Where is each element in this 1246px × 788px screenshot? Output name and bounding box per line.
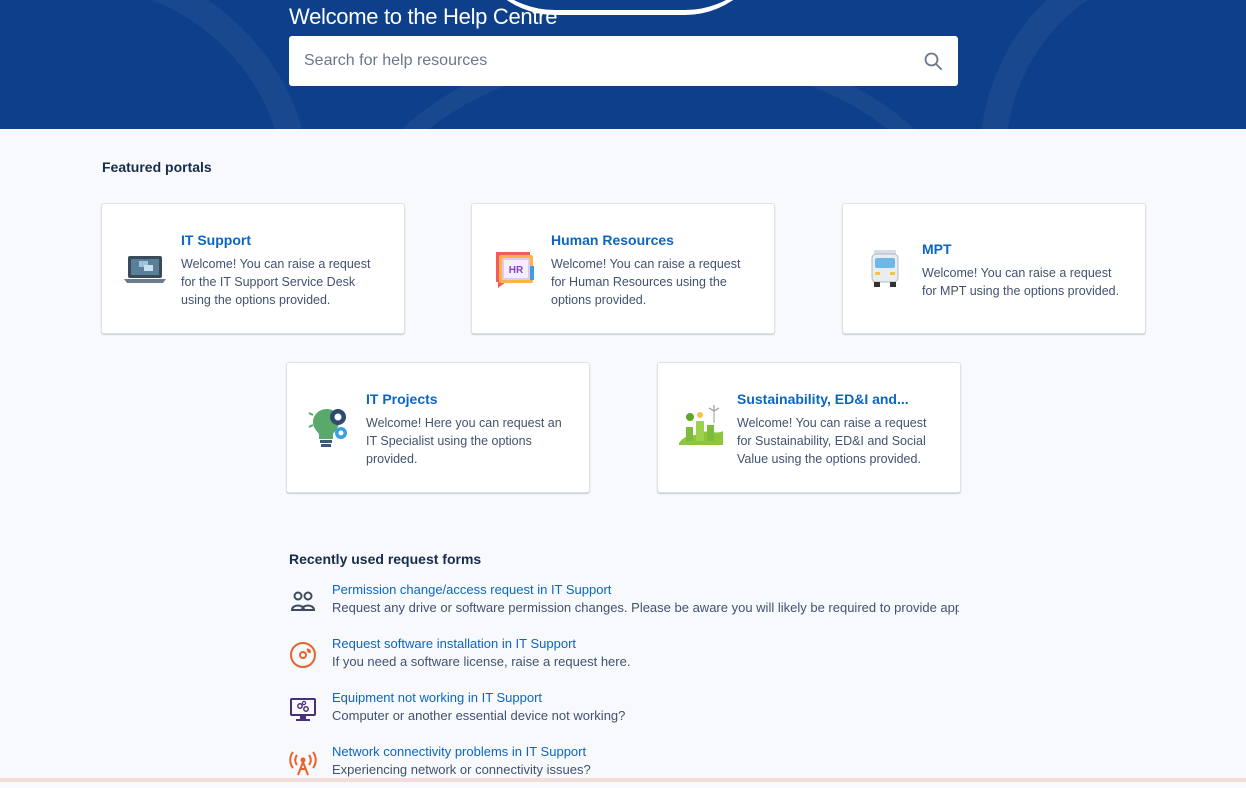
portal-title[interactable]: IT Projects: [366, 391, 566, 407]
recent-request-item[interactable]: Equipment not working in IT Support Comp…: [289, 690, 969, 734]
portal-card-sustainability[interactable]: Sustainability, ED&I and... Welcome! You…: [657, 362, 961, 493]
portal-description: Welcome! You can raise a request for MPT…: [922, 266, 1120, 298]
monitor-icon: [290, 698, 316, 721]
portal-description: Welcome! Here you can request an IT Spec…: [366, 416, 562, 466]
portal-title[interactable]: MPT: [922, 241, 1122, 257]
recent-request-item[interactable]: Permission change/access request in IT S…: [289, 582, 969, 626]
lightbulb-gear-icon: [308, 409, 347, 447]
request-link[interactable]: Permission change/access request in IT S…: [332, 582, 611, 597]
svg-text:HR: HR: [509, 265, 524, 276]
search-icon[interactable]: [924, 52, 942, 70]
bottom-divider: [0, 778, 1246, 782]
portal-card-it-projects[interactable]: IT Projects Welcome! Here you can reques…: [286, 362, 590, 493]
hero-decoration: [0, 0, 312, 129]
page-title: Welcome to the Help Centre: [289, 4, 558, 29]
request-description: Experiencing network or connectivity iss…: [332, 762, 591, 777]
request-description: If you need a software license, raise a …: [332, 654, 631, 669]
portal-title[interactable]: IT Support: [181, 232, 381, 248]
disc-icon: [290, 642, 316, 668]
request-description: Request any drive or software permission…: [332, 600, 959, 615]
users-icon: [290, 591, 316, 611]
recent-requests-heading: Recently used request forms: [289, 551, 482, 567]
truck-icon: [871, 250, 899, 287]
green-city-icon: [679, 405, 723, 445]
portal-card-it-support[interactable]: IT Support Welcome! You can raise a requ…: [101, 203, 405, 334]
portal-description: Welcome! You can raise a request for the…: [181, 257, 371, 307]
hero-decoration: [980, 0, 1246, 129]
search-input[interactable]: [289, 36, 899, 86]
portal-description: Welcome! You can raise a request for Hum…: [551, 257, 741, 307]
laptop-icon: [124, 256, 166, 283]
portal-title[interactable]: Human Resources: [551, 232, 751, 248]
search-box[interactable]: [289, 36, 958, 86]
request-link[interactable]: Network connectivity problems in IT Supp…: [332, 744, 586, 759]
request-link[interactable]: Equipment not working in IT Support: [332, 690, 542, 705]
hr-chat-icon: HR: [496, 252, 534, 288]
portal-title[interactable]: Sustainability, ED&I and...: [737, 391, 937, 407]
request-link[interactable]: Request software installation in IT Supp…: [332, 636, 576, 651]
portal-card-mpt[interactable]: MPT Welcome! You can raise a request for…: [842, 203, 1146, 334]
recent-request-item[interactable]: Request software installation in IT Supp…: [289, 636, 969, 680]
portal-description: Welcome! You can raise a request for Sus…: [737, 416, 927, 466]
portal-card-human-resources[interactable]: HR Human Resources Welcome! You can rais…: [471, 203, 775, 334]
featured-portals-heading: Featured portals: [102, 159, 212, 175]
antenna-icon: [289, 751, 317, 776]
hero-banner: Welcome to the Help Centre: [0, 0, 1246, 129]
request-description: Computer or another essential device not…: [332, 708, 626, 723]
